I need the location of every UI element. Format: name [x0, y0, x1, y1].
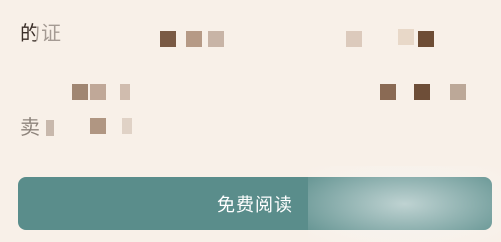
- mosaic-block: [122, 118, 132, 134]
- mosaic-block: [72, 84, 88, 100]
- preview-line-2: [18, 76, 468, 106]
- mosaic-block: [186, 31, 202, 47]
- preview-line-3: 卖: [18, 112, 148, 142]
- mosaic-block: [46, 120, 54, 136]
- mosaic-block: [90, 84, 106, 100]
- blurred-text-preview: 的证 卖: [0, 0, 501, 170]
- mosaic-block: [346, 31, 362, 47]
- mosaic-block: [418, 31, 434, 47]
- mosaic-block: [450, 84, 466, 100]
- preview-line-1: 的证: [18, 18, 486, 48]
- mosaic-block: [90, 118, 106, 134]
- mosaic-block: [120, 84, 130, 100]
- free-read-button-label: 免费阅读: [217, 194, 293, 216]
- watermark-overlay: [308, 166, 501, 242]
- mosaic-block: [160, 31, 176, 47]
- preview-line-3-text: 卖: [20, 115, 41, 139]
- mosaic-block: [208, 31, 224, 47]
- mosaic-block: [414, 84, 430, 100]
- mosaic-block: [398, 29, 414, 45]
- mosaic-block: [380, 84, 396, 100]
